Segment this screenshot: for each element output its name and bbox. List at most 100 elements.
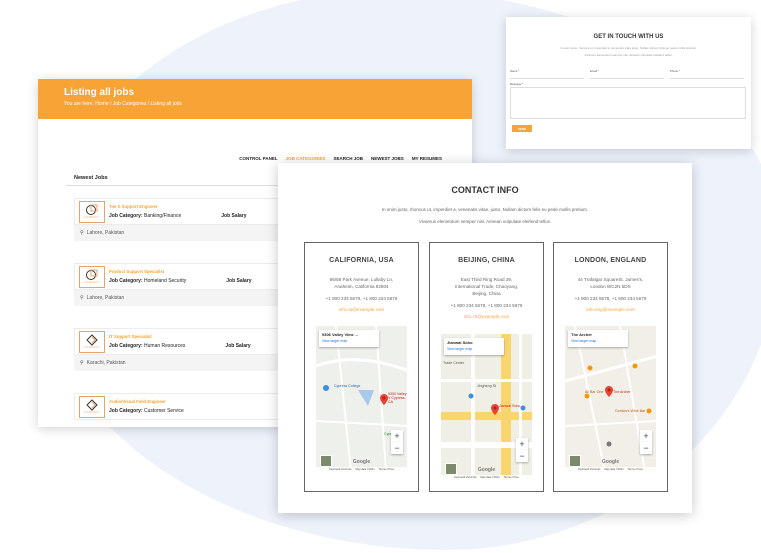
office-email[interactable]: info.ca@example.com — [305, 307, 418, 312]
satellite-toggle[interactable] — [569, 455, 581, 467]
map-pin-icon: ⚲ — [80, 360, 84, 366]
name-field: Name * — [510, 69, 584, 79]
company-logo: COMPANY — [79, 395, 105, 418]
job-category: Banking/Finance — [144, 213, 182, 219]
map-label: All Bar One — [585, 390, 604, 394]
map-pin-icon: ⚲ — [80, 295, 84, 301]
map-footer-data: Map data ©2021 — [480, 476, 500, 479]
office-card-beijing: BEIJING, CHINA East Third Ring Road 39, I… — [429, 242, 544, 492]
listing-title: Listing all jobs — [64, 87, 135, 98]
office-card-california: CALIFORNIA, USA 86/58 Park Avenue, Lulla… — [304, 242, 419, 492]
zoom-in-button[interactable]: + — [640, 430, 652, 442]
logo-word: COMPANY — [84, 216, 100, 219]
category-label: Job Category: — [109, 408, 143, 414]
zoom-out-button[interactable]: − — [640, 442, 652, 454]
company-logo-icon — [86, 399, 98, 411]
nav-job-categories[interactable]: JOB CATEGORIES — [286, 156, 326, 161]
map-label: Cypress College — [334, 384, 361, 388]
view-larger-map-link[interactable]: View larger map — [571, 339, 625, 343]
map-marker-icon[interactable] — [491, 402, 499, 420]
zoom-in-button[interactable]: + — [391, 430, 403, 442]
salary-label: Job Salary — [226, 278, 252, 284]
form-title: GET IN TOUCH WITH US — [593, 34, 664, 40]
zoom-out-button[interactable]: − — [391, 442, 403, 454]
map-info-box: Jianwai Soho View larger map — [444, 338, 504, 355]
map-marker-icon[interactable] — [380, 392, 388, 410]
office-city: BEIJING, CHINA — [458, 257, 515, 264]
message-input[interactable] — [510, 87, 746, 119]
nav-newest-jobs[interactable]: NEWEST JOBS — [371, 156, 404, 161]
map-footer-terms[interactable]: Terms of Use — [628, 468, 643, 471]
company-logo: COMPANY — [79, 200, 105, 223]
satellite-toggle[interactable] — [320, 455, 332, 467]
phone-label: Phone * — [670, 69, 680, 73]
location-text: Lahore, Pakistan — [86, 295, 125, 301]
map-place-name: The Archer — [571, 332, 592, 337]
email-input[interactable] — [590, 73, 664, 79]
office-email[interactable]: info.eng@example.com — [554, 307, 667, 312]
job-category: Human Resources — [144, 343, 186, 349]
newest-jobs-heading: Newest Jobs — [74, 175, 108, 181]
map-footer-terms[interactable]: Terms of Use — [504, 476, 519, 479]
form-fields: Name * Email * Phone * — [510, 69, 751, 79]
address-line: 86/58 Park Avenue, Lullaby Ln, — [329, 277, 394, 282]
map-info-box: The Archer View larger map — [568, 330, 628, 347]
address-line: International Trade, Chaoyang, — [454, 284, 519, 289]
office-address: 86/58 Park Avenue, Lullaby Ln, Anaheim, C… — [305, 276, 418, 290]
google-logo: Google — [601, 459, 620, 465]
office-phone: +1 800 234 5678, +1 800 234 5679 — [325, 296, 398, 301]
office-address: 44 Trafalgar SquareSt. James's, London WC… — [554, 276, 667, 290]
phone-input[interactable] — [670, 73, 744, 79]
company-logo-icon — [86, 204, 98, 215]
google-logo: Google — [352, 459, 371, 465]
map-info-box: 9306 Valley View ... View larger map — [319, 330, 379, 347]
send-button[interactable]: SEND — [512, 125, 532, 132]
nav-my-resumes[interactable]: MY RESUMES — [412, 156, 442, 161]
nav-control-panel[interactable]: CONTROL PANEL — [239, 156, 277, 161]
office-email[interactable]: info.ch@example.com — [430, 314, 543, 319]
map-footer-shortcuts[interactable]: Keyboard shortcuts — [329, 468, 351, 471]
office-address: East Third Ring Road 39, International Tr… — [430, 276, 543, 297]
contact-subtitle: In enim justo, rhoncus ut, imperdiet a, … — [381, 207, 589, 212]
map-footer-shortcuts[interactable]: Keyboard shortcuts — [578, 468, 600, 471]
map-footer-data: Map data ©2021 — [604, 468, 624, 471]
address-line: London WC2N 5DS — [590, 284, 631, 289]
view-larger-map-link[interactable]: View larger map — [447, 347, 501, 351]
salary-label: Job Salary — [225, 343, 251, 349]
satellite-toggle[interactable] — [445, 463, 457, 475]
map-footer-terms[interactable]: Terms of Use — [379, 468, 394, 471]
map-label: Gordon's Wine Bar — [615, 409, 646, 413]
company-logo: COMPANY — [79, 330, 105, 353]
message-label: Message * — [510, 82, 524, 86]
address-line: 44 Trafalgar SquareSt. James's, — [577, 277, 644, 282]
map-place-name: 9306 Valley View ... — [322, 332, 358, 337]
location-text: Karachi, Pakistan — [86, 360, 126, 366]
office-map[interactable]: Jianwai Soho View larger map Jianwai Soho… — [441, 334, 532, 480]
map-place-name: Jianwai Soho — [447, 340, 473, 345]
company-logo: COMPANY — [79, 265, 105, 288]
zoom-out-button[interactable]: − — [516, 450, 528, 462]
category-label: Job Category: — [109, 213, 143, 219]
listing-nav: CONTROL PANEL JOB CATEGORIES SEARCH JOB … — [239, 156, 442, 161]
name-input[interactable] — [510, 73, 584, 79]
office-map[interactable]: The Archer View larger map All Bar One Th… — [565, 326, 656, 472]
office-map[interactable]: 9306 Valley View ... View larger map Cypr… — [316, 326, 407, 472]
address-line: Anaheim, California 92804 — [334, 284, 389, 289]
contact-info-panel: CONTACT INFO In enim justo, rhoncus ut, … — [278, 163, 692, 513]
map-label: Jianwai Soho — [499, 404, 521, 408]
name-label: Name * — [510, 69, 520, 73]
logo-word: COMPANY — [84, 346, 100, 349]
category-label: Job Category: — [109, 343, 143, 349]
view-larger-map-link[interactable]: View larger map — [322, 339, 376, 343]
office-city: CALIFORNIA, USA — [329, 257, 394, 264]
map-footer-shortcuts[interactable]: Keyboard shortcuts — [454, 476, 476, 479]
stage: Listing all jobs You are here: Home / Jo… — [0, 0, 761, 553]
office-phone: +1 800 234 5678, +1 800 234 5679 — [450, 303, 523, 308]
zoom-in-button[interactable]: + — [516, 438, 528, 450]
email-label: Email * — [590, 69, 599, 73]
nav-search-job[interactable]: SEARCH JOB — [334, 156, 364, 161]
form-subtitle-2: Vivamus elementum semper nisi. Aenean vu… — [584, 53, 673, 57]
office-phone: +1 800 234 5678, +1 800 234 5679 — [574, 296, 647, 301]
company-logo-icon — [86, 269, 98, 280]
map-marker-icon[interactable] — [605, 384, 613, 402]
